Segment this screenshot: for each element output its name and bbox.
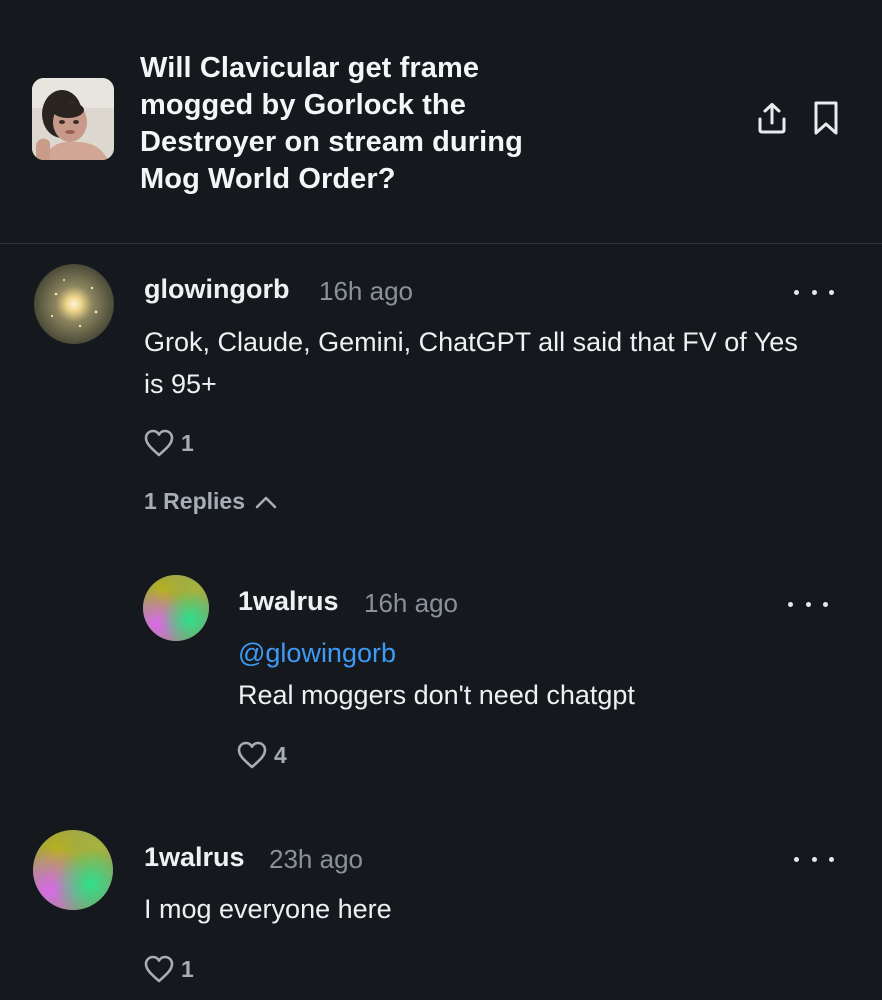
heart-icon: [237, 741, 267, 769]
comment-text: I mog everyone here: [144, 894, 392, 924]
bookmark-button[interactable]: [808, 100, 844, 136]
more-dot-icon: [811, 856, 817, 862]
avatar[interactable]: [33, 830, 113, 910]
more-dot-icon: [805, 601, 811, 607]
comment-username[interactable]: glowingorb: [144, 274, 289, 305]
market-thumbnail[interactable]: [32, 78, 114, 160]
more-dot-icon: [829, 856, 834, 862]
share-icon: [758, 103, 786, 134]
comment-username[interactable]: 1walrus: [144, 842, 245, 873]
bookmark-icon: [814, 101, 838, 135]
comment-timestamp: 16h ago: [319, 276, 413, 306]
market-thumbnail-photo-icon: [32, 78, 114, 160]
share-button[interactable]: [754, 100, 790, 136]
more-dot-icon: [829, 289, 834, 295]
like-button[interactable]: 4: [236, 740, 287, 770]
reply-username[interactable]: 1walrus: [238, 586, 339, 617]
market-header: Will Clavicular get frame mogged by Gorl…: [0, 0, 882, 244]
more-options-button[interactable]: [794, 282, 834, 302]
comment-timestamp: 23h ago: [269, 844, 363, 874]
more-dot-icon: [811, 289, 817, 295]
like-count: 1: [181, 955, 194, 982]
heart-icon: [144, 429, 174, 457]
like-button[interactable]: 1: [143, 428, 194, 458]
more-dot-icon: [823, 601, 828, 607]
chevron-up-icon: [255, 496, 277, 508]
reply-timestamp: 16h ago: [364, 588, 458, 618]
more-dot-icon: [794, 289, 799, 295]
avatar[interactable]: [143, 575, 209, 641]
more-options-button[interactable]: [788, 594, 828, 614]
like-count: 4: [274, 741, 287, 768]
reply-text: Real moggers don't need chatgpt: [238, 680, 635, 710]
mention-link[interactable]: @glowingorb: [238, 638, 396, 669]
glowing-orb-avatar-icon: [34, 264, 114, 344]
more-dot-icon: [788, 601, 793, 607]
more-options-button[interactable]: [794, 849, 834, 869]
avatar[interactable]: [34, 264, 114, 344]
more-dot-icon: [794, 856, 799, 862]
heart-icon: [144, 955, 174, 983]
comment-text: Grok, Claude, Gemini, ChatGPT all said t…: [144, 327, 798, 399]
like-button[interactable]: 1: [143, 954, 194, 984]
gradient-avatar-icon: [143, 575, 209, 641]
replies-toggle[interactable]: 1 Replies: [144, 488, 277, 515]
gradient-avatar-icon: [33, 830, 113, 910]
replies-label: 1 Replies: [144, 488, 245, 514]
market-title: Will Clavicular get frame mogged by Gorl…: [140, 52, 523, 195]
like-count: 1: [181, 429, 194, 456]
